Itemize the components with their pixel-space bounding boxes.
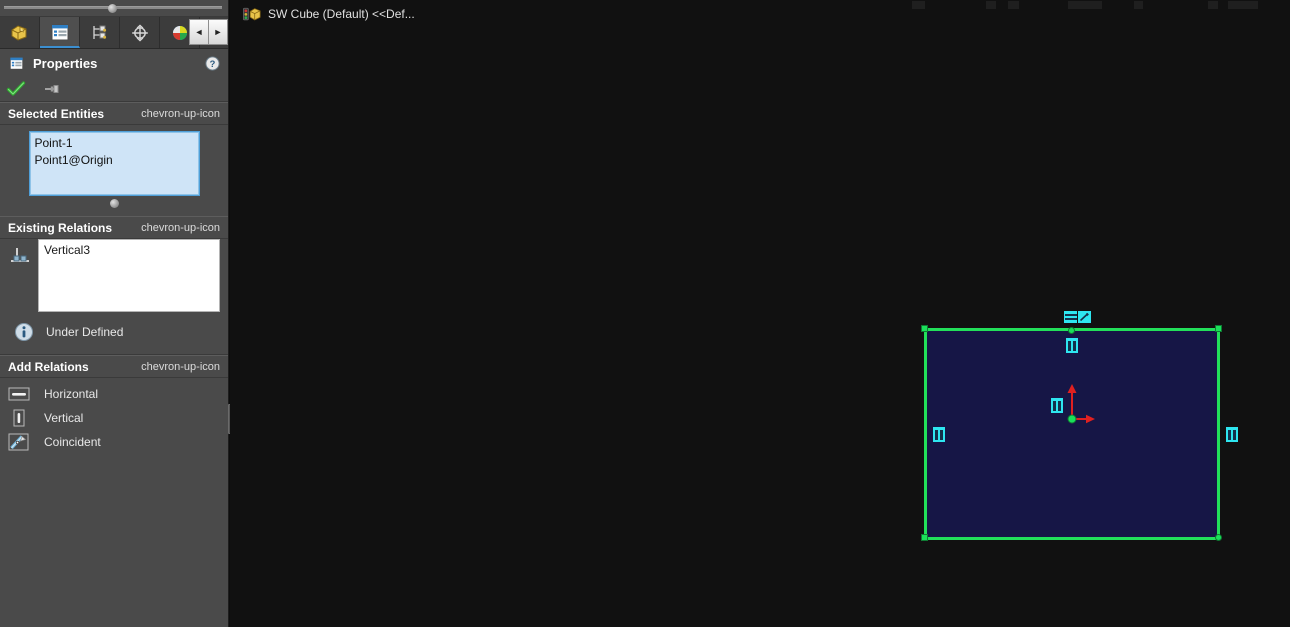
svg-text:?: ? (210, 58, 216, 68)
list-item[interactable]: Point-1 (35, 135, 194, 152)
vertical-relation-badge-top[interactable] (1066, 338, 1078, 353)
section-title-selected-entities: Selected Entities (8, 106, 105, 121)
coincident-relation-icon (8, 433, 30, 451)
chevron-up-icon[interactable]: chevron-up-icon (141, 108, 220, 120)
sketch-edge-bottom[interactable] (924, 537, 1220, 540)
add-relation-coincident-button[interactable]: Coincident (0, 430, 228, 454)
crosshair-target-icon (131, 23, 148, 42)
sketch-edge-right[interactable] (1217, 328, 1220, 540)
existing-relations-body: Vertical3 (0, 239, 228, 312)
tab-configuration-manager[interactable] (80, 17, 120, 48)
sketch-point-top-left[interactable] (921, 325, 928, 332)
sketch-origin[interactable] (1057, 381, 1097, 425)
property-manager-action-row (0, 77, 228, 102)
horizontal-relation-badge[interactable] (1064, 311, 1077, 323)
add-relation-coincident-label: Coincident (44, 435, 101, 449)
pushpin-icon[interactable] (42, 80, 62, 98)
relation-vertical-icon (11, 248, 29, 262)
chevron-up-icon[interactable]: chevron-up-icon (141, 222, 220, 234)
sketch-point-bottom-left[interactable] (921, 534, 928, 541)
section-title-existing-relations: Existing Relations (8, 220, 113, 235)
section-header-selected-entities[interactable]: Selected Entities chevron-up-icon (0, 102, 228, 125)
add-relations-body: Horizontal Vertical Coincident (0, 378, 228, 454)
selected-entities-body: Point-1 Point1@Origin (0, 125, 228, 216)
sketch-rectangle-fill (925, 329, 1219, 540)
list-item[interactable]: Vertical3 (44, 242, 214, 258)
sketch-edge-left[interactable] (924, 328, 927, 540)
property-list-icon (9, 57, 24, 70)
section-header-add-relations[interactable]: Add Relations chevron-up-icon (0, 355, 228, 378)
vertical-relation-glyph (1228, 429, 1236, 440)
green-check-icon[interactable] (6, 80, 26, 98)
section-title-add-relations: Add Relations (8, 359, 89, 374)
coincident-relation-badge[interactable] (1078, 311, 1091, 323)
panel-tab-strip: ◄ ► (0, 17, 228, 49)
vertical-relation-icon (8, 409, 30, 427)
sketch-geometry (230, 0, 1290, 627)
tab-nav-next-button[interactable]: ► (209, 19, 228, 45)
sketch-status-row: Under Defined (0, 312, 228, 355)
splitter-grip-handle[interactable] (108, 4, 117, 13)
tab-property-manager[interactable] (40, 17, 80, 48)
status-badge: Under Defined (46, 325, 124, 339)
selected-entities-list[interactable]: Point-1 Point1@Origin (28, 131, 200, 196)
property-manager-panel: ◄ ► Properties ? Selected Entities chevr… (0, 0, 229, 627)
cube-tree-icon (11, 24, 26, 41)
panel-top-splitter[interactable] (0, 0, 228, 17)
chevron-up-icon[interactable]: chevron-up-icon (141, 361, 220, 373)
tab-feature-manager-design-tree[interactable] (0, 17, 40, 48)
add-relation-horizontal-button[interactable]: Horizontal (0, 382, 228, 406)
origin-axes-icon (1067, 384, 1095, 424)
vertical-relation-badge-right[interactable] (1226, 427, 1238, 442)
add-relation-vertical-button[interactable]: Vertical (0, 406, 228, 430)
sketch-midpoint-top-edge[interactable] (1068, 327, 1075, 334)
add-relation-vertical-label: Vertical (44, 411, 84, 425)
color-sphere-icon (172, 25, 187, 40)
horizontal-relation-glyph (1064, 312, 1077, 322)
list-item[interactable]: Point1@Origin (35, 152, 194, 169)
horizontal-relation-icon (8, 385, 30, 403)
sketch-point-top-right[interactable] (1215, 325, 1222, 332)
section-header-existing-relations[interactable]: Existing Relations chevron-up-icon (0, 216, 228, 239)
tab-navigation-buttons: ◄ ► (189, 19, 228, 45)
coincident-relation-glyph (1079, 312, 1089, 322)
sketch-point-bottom-right[interactable] (1215, 534, 1222, 541)
graphics-viewport[interactable]: SW Cube (Default) <<Def... (230, 0, 1290, 627)
help-question-icon[interactable]: ? (205, 55, 220, 71)
vertical-relation-glyph (935, 429, 943, 440)
add-relation-horizontal-label: Horizontal (44, 387, 99, 401)
existing-relations-list[interactable]: Vertical3 (38, 239, 220, 312)
property-list-icon (51, 24, 68, 40)
resize-grip-dot[interactable] (109, 199, 119, 208)
selected-entities-resize-grip[interactable] (8, 196, 220, 208)
property-manager-header: Properties ? (0, 49, 228, 77)
configuration-icon (92, 25, 106, 39)
vertical-relation-glyph (1068, 340, 1076, 351)
page-title: Properties (33, 55, 98, 71)
tab-nav-prev-button[interactable]: ◄ (189, 19, 209, 45)
tab-dimxpert-manager[interactable] (120, 17, 160, 48)
vertical-relation-badge-left[interactable] (933, 427, 945, 442)
info-icon (15, 323, 33, 341)
